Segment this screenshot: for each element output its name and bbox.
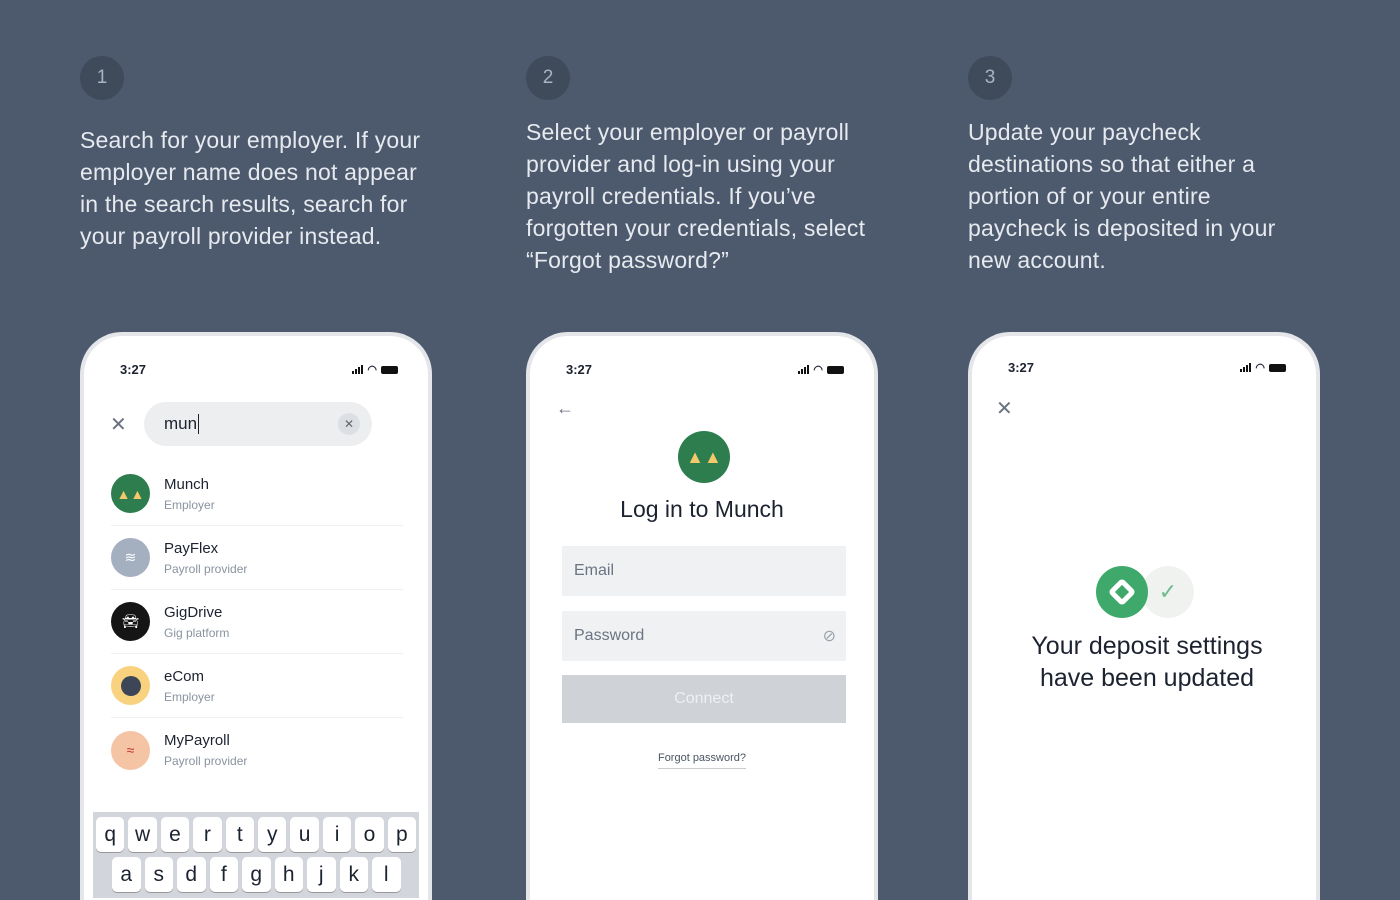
result-ecom[interactable]: eCom Employer <box>111 654 403 718</box>
key-j[interactable]: j <box>307 857 336 892</box>
step-1-badge: 1 <box>80 56 124 100</box>
key-d[interactable]: d <box>177 857 206 892</box>
key-f[interactable]: f <box>209 857 238 892</box>
key-k[interactable]: k <box>339 857 368 892</box>
key-t[interactable]: t <box>225 817 255 852</box>
login-title: Log in to Munch <box>620 496 784 522</box>
clock: 3:27 <box>1008 360 1035 375</box>
phone-search: 3:27 ◠ ✕ mun ✕ ▲▲ Munch Employer ≋ PayFlex Pay… <box>80 332 432 900</box>
status-bar: 3:27 ◠ <box>1008 360 1286 375</box>
key-u[interactable]: u <box>290 817 319 852</box>
car-icon: 🚘︎ <box>111 602 150 641</box>
wifi-icon: ◠ <box>813 364 823 376</box>
forgot-password-link[interactable]: Forgot password? <box>657 752 747 769</box>
signal-icon <box>798 365 810 374</box>
key-w[interactable]: w <box>128 817 157 852</box>
munch-logo-icon: ▲▲ <box>111 474 150 513</box>
bank-logo-icon <box>1096 566 1148 618</box>
close-icon[interactable]: ✕ <box>996 396 1013 421</box>
ecom-logo-icon <box>111 666 150 705</box>
wifi-icon: ◠ <box>1255 362 1265 374</box>
key-s[interactable]: s <box>144 857 173 892</box>
wifi-icon: ◠ <box>367 364 377 376</box>
phone-confirmation: 3:27 ◠ ✕ ✓ Your deposit settings have bee… <box>968 332 1320 900</box>
key-r[interactable]: r <box>193 817 222 852</box>
confirmation-message: Your deposit settings have been updated <box>1031 632 1263 692</box>
key-o[interactable]: o <box>355 817 384 852</box>
key-q[interactable]: q <box>96 817 125 852</box>
signal-icon <box>1240 363 1252 372</box>
key-a[interactable]: a <box>112 857 141 892</box>
result-mypayroll[interactable]: ≈ MyPayroll Payroll provider <box>111 718 403 782</box>
password-field[interactable]: Password ⊘ <box>562 611 846 661</box>
clock: 3:27 <box>566 362 593 377</box>
back-arrow-icon[interactable]: ← <box>556 398 574 419</box>
step-2-text: Select your employer or payroll provider… <box>526 119 866 273</box>
waves-icon: ≋ <box>111 538 150 577</box>
key-g[interactable]: g <box>242 857 271 892</box>
check-icon: ✓ <box>1142 566 1194 618</box>
signal-icon <box>352 365 364 374</box>
status-bar: 3:27 ◠ <box>566 362 844 377</box>
step-2-badge: 2 <box>526 56 570 100</box>
key-p[interactable]: p <box>387 817 417 852</box>
step-3-text: Update your paycheck destinations so tha… <box>968 119 1276 273</box>
connect-button[interactable]: Connect <box>562 675 846 723</box>
key-y[interactable]: y <box>258 817 287 852</box>
result-payflex[interactable]: ≋ PayFlex Payroll provider <box>111 526 403 590</box>
status-bar: 3:27 ◠ <box>120 362 398 377</box>
phone-login: 3:27 ◠ ← ▲▲ Log in to Munch Email Passwor… <box>526 332 878 900</box>
close-icon[interactable]: ✕ <box>110 412 127 437</box>
key-l[interactable]: l <box>372 857 401 892</box>
email-field[interactable]: Email <box>562 546 846 596</box>
key-h[interactable]: h <box>274 857 303 892</box>
clock: 3:27 <box>120 362 147 377</box>
result-munch[interactable]: ▲▲ Munch Employer <box>111 462 403 526</box>
zigzag-icon: ≈ <box>111 730 150 770</box>
battery-icon <box>827 365 844 374</box>
key-i[interactable]: i <box>322 817 352 852</box>
keyboard: qwertyuiop asdfghjkl <box>93 812 419 898</box>
step-1-text: Search for your employer. If your employ… <box>80 127 421 249</box>
search-input[interactable]: mun ✕ <box>144 402 372 446</box>
result-gigdrive[interactable]: 🚘︎ GigDrive Gig platform <box>111 590 403 654</box>
munch-logo-icon: ▲▲ <box>678 431 730 483</box>
step-3-badge: 3 <box>968 56 1012 100</box>
eye-off-icon[interactable]: ⊘ <box>823 626 836 646</box>
clear-search-icon[interactable]: ✕ <box>338 413 360 435</box>
key-e[interactable]: e <box>160 817 190 852</box>
battery-icon <box>1269 363 1286 372</box>
battery-icon <box>381 365 398 374</box>
